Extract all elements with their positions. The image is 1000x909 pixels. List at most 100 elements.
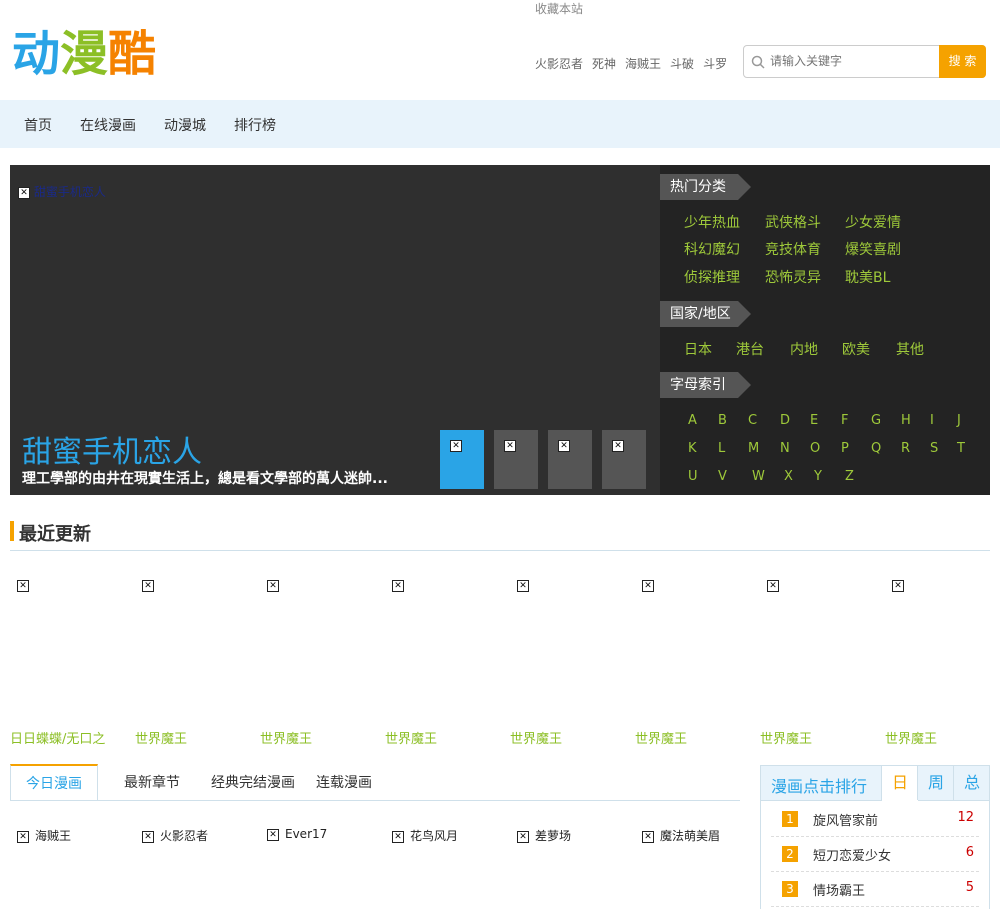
comic-cover[interactable] xyxy=(517,578,529,593)
comic-title[interactable]: 世界魔王 xyxy=(760,728,812,747)
nav-item-online-comics[interactable]: 在线漫画 xyxy=(80,115,136,135)
rank-title[interactable]: 情场霸王 xyxy=(813,880,865,899)
comic-title[interactable]: 世界魔王 xyxy=(885,728,937,747)
letter-link[interactable]: T xyxy=(957,441,965,456)
category-link[interactable]: 少女爱情 xyxy=(845,212,901,232)
comic-cover[interactable] xyxy=(267,578,279,593)
category-link[interactable]: 恐怖灵异 xyxy=(765,267,821,287)
category-link[interactable]: 侦探推理 xyxy=(684,267,740,287)
letter-link[interactable]: P xyxy=(841,441,849,456)
letter-link[interactable]: C xyxy=(748,413,757,428)
region-link[interactable]: 欧美 xyxy=(842,339,870,359)
category-link[interactable]: 科幻魔幻 xyxy=(684,239,740,259)
logo-char-ku: 酷 xyxy=(108,26,157,82)
search-button[interactable]: 搜 索 xyxy=(939,45,986,78)
comic-title[interactable]: 世界魔王 xyxy=(635,728,687,747)
letter-link[interactable]: W xyxy=(752,469,765,484)
letter-link[interactable]: G xyxy=(871,413,881,428)
rank-title[interactable]: 旋风管家前 xyxy=(813,810,878,829)
letter-link[interactable]: D xyxy=(780,413,790,428)
comic-cover[interactable] xyxy=(767,578,779,593)
letter-link[interactable]: N xyxy=(780,441,790,456)
category-link[interactable]: 少年热血 xyxy=(684,212,740,232)
search-input[interactable] xyxy=(768,53,937,69)
letter-link[interactable]: K xyxy=(688,441,697,456)
rank-title[interactable]: 短刀恋爱少女 xyxy=(813,845,891,864)
comic-title[interactable]: 日日蝶蝶/无口之 xyxy=(10,728,105,747)
ranking-tab-week[interactable]: 周 xyxy=(917,766,954,800)
tab-classic-completed[interactable]: 经典完结漫画 xyxy=(198,765,308,800)
region-link[interactable]: 港台 xyxy=(736,339,764,359)
tab-latest-chapters[interactable]: 最新章节 xyxy=(102,765,202,800)
hot-category-label: 热门分类 xyxy=(660,174,751,200)
letter-link[interactable]: J xyxy=(957,413,961,428)
logo-char-man: 漫 xyxy=(60,26,109,82)
banner-title[interactable]: 甜蜜手机恋人 xyxy=(22,427,202,471)
letter-link[interactable]: Z xyxy=(845,469,854,484)
hot-word[interactable]: 斗罗 xyxy=(703,57,727,71)
region-link[interactable]: 日本 xyxy=(684,339,712,359)
ranking-row[interactable]: 1 旋风管家前 12 xyxy=(771,802,979,837)
tab-serializing[interactable]: 连载漫画 xyxy=(310,765,378,800)
banner-thumb[interactable] xyxy=(602,430,646,489)
letter-link[interactable]: Y xyxy=(814,469,822,484)
letter-link[interactable]: B xyxy=(718,413,727,428)
letter-link[interactable]: Q xyxy=(871,441,881,456)
today-comic[interactable]: 差萝场 xyxy=(517,827,571,844)
hot-word[interactable]: 斗破 xyxy=(670,57,694,71)
nav-item-home[interactable]: 首页 xyxy=(24,115,52,135)
letter-link[interactable]: O xyxy=(810,441,820,456)
letter-link[interactable]: E xyxy=(810,413,818,428)
letter-link[interactable]: A xyxy=(688,413,697,428)
comic-cover[interactable] xyxy=(392,578,404,593)
category-link[interactable]: 耽美BL xyxy=(845,267,890,287)
nav-item-anime-city[interactable]: 动漫城 xyxy=(164,115,206,135)
hot-word[interactable]: 火影忍者 xyxy=(535,57,583,71)
letter-link[interactable]: S xyxy=(930,441,938,456)
category-link[interactable]: 竞技体育 xyxy=(765,239,821,259)
comic-cover[interactable] xyxy=(892,578,904,593)
letter-link[interactable]: V xyxy=(718,469,727,484)
letter-link[interactable]: L xyxy=(718,441,725,456)
region-link[interactable]: 内地 xyxy=(790,339,818,359)
hot-word[interactable]: 死神 xyxy=(592,57,616,71)
comic-title[interactable]: 世界魔王 xyxy=(385,728,437,747)
region-link[interactable]: 其他 xyxy=(896,339,924,359)
ranking-row[interactable]: 2 短刀恋爱少女 6 xyxy=(771,837,979,872)
today-comic[interactable]: Ever17 xyxy=(267,827,327,842)
letter-link[interactable]: F xyxy=(841,413,848,428)
letter-link[interactable]: R xyxy=(901,441,910,456)
today-comic[interactable]: 火影忍者 xyxy=(142,827,208,844)
today-comic[interactable]: 魔法萌美眉 xyxy=(642,827,720,844)
banner-thumb[interactable] xyxy=(548,430,592,489)
letter-link[interactable]: U xyxy=(688,469,698,484)
letter-link[interactable]: X xyxy=(784,469,793,484)
ranking-row[interactable]: 3 情场霸王 5 xyxy=(771,872,979,907)
nav-item-ranking[interactable]: 排行榜 xyxy=(234,115,276,135)
today-comic[interactable]: 花鸟风月 xyxy=(392,827,458,844)
hot-word[interactable]: 海贼王 xyxy=(625,57,661,71)
broken-image-icon xyxy=(517,830,529,844)
featured-banner[interactable]: 甜蜜手机恋人 甜蜜手机恋人 理工學部的由井在現實生活上，總是看文學部的萬人迷帥.… xyxy=(10,165,660,495)
comic-cover[interactable] xyxy=(142,578,154,593)
letter-link[interactable]: M xyxy=(748,441,759,456)
ranking-tab-day[interactable]: 日 xyxy=(881,766,918,801)
comic-title[interactable]: 世界魔王 xyxy=(510,728,562,747)
category-link[interactable]: 爆笑喜剧 xyxy=(845,239,901,259)
section-title: 最近更新 xyxy=(19,524,91,545)
banner-thumb[interactable] xyxy=(440,430,484,489)
bookmark-link[interactable]: 收藏本站 xyxy=(535,0,583,17)
today-comic[interactable]: 海贼王 xyxy=(17,827,71,844)
tab-today[interactable]: 今日漫画 xyxy=(10,764,98,800)
letter-link[interactable]: H xyxy=(901,413,911,428)
comic-cover[interactable] xyxy=(642,578,654,593)
main-nav: 首页 在线漫画 动漫城 排行榜 xyxy=(0,100,1000,148)
comic-title[interactable]: 世界魔王 xyxy=(135,728,187,747)
comic-cover[interactable] xyxy=(17,578,29,593)
comic-title[interactable]: 世界魔王 xyxy=(260,728,312,747)
ranking-tab-total[interactable]: 总 xyxy=(953,766,990,800)
letter-link[interactable]: I xyxy=(930,413,934,428)
banner-image[interactable]: 甜蜜手机恋人 xyxy=(18,183,106,200)
banner-thumb[interactable] xyxy=(494,430,538,489)
category-link[interactable]: 武侠格斗 xyxy=(765,212,821,232)
